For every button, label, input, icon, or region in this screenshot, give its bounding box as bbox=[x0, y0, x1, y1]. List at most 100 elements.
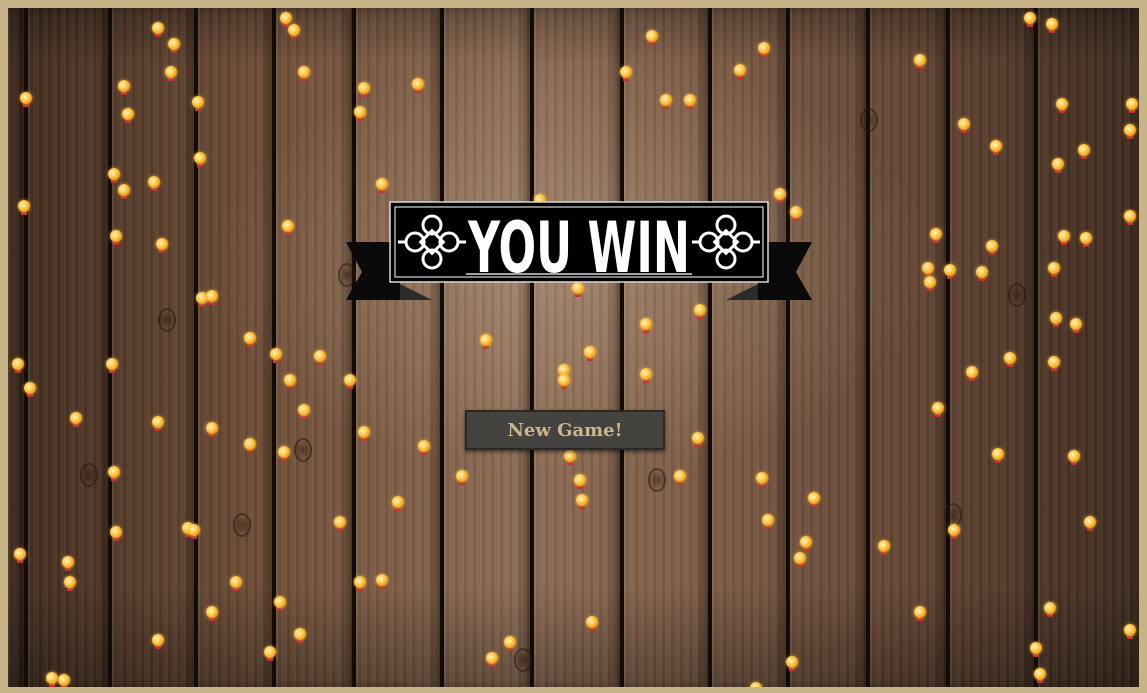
coin-medal-icon bbox=[1052, 158, 1064, 173]
coin-medal-icon bbox=[684, 94, 696, 109]
wood-knot bbox=[294, 438, 312, 462]
coin-medal-icon bbox=[230, 576, 242, 591]
banner-title: YOU WIN bbox=[467, 207, 690, 289]
coin-medal-icon bbox=[118, 80, 130, 95]
coin-medal-icon bbox=[660, 94, 672, 109]
wood-plank bbox=[624, 8, 712, 687]
coin-medal-icon bbox=[278, 446, 290, 461]
coin-medal-icon bbox=[750, 682, 762, 687]
coin-medal-icon bbox=[948, 524, 960, 539]
coin-medal-icon bbox=[1046, 18, 1058, 33]
coin-medal-icon bbox=[152, 416, 164, 431]
coin-medal-icon bbox=[692, 432, 704, 447]
coin-medal-icon bbox=[288, 24, 300, 39]
coin-medal-icon bbox=[922, 262, 934, 277]
coin-medal-icon bbox=[165, 66, 177, 81]
coin-medal-icon bbox=[800, 536, 812, 551]
coin-medal-icon bbox=[108, 466, 120, 481]
wood-plank bbox=[276, 8, 356, 687]
coin-medal-icon bbox=[758, 42, 770, 57]
coin-medal-icon bbox=[24, 382, 36, 397]
coin-medal-icon bbox=[376, 574, 388, 589]
coin-medal-icon bbox=[584, 346, 596, 361]
wood-plank bbox=[356, 8, 444, 687]
coin-medal-icon bbox=[576, 494, 588, 509]
coin-medal-icon bbox=[1024, 12, 1036, 27]
coin-medal-icon bbox=[298, 404, 310, 419]
coin-medal-icon bbox=[244, 332, 256, 347]
coin-medal-icon bbox=[734, 64, 746, 79]
coin-medal-icon bbox=[418, 440, 430, 455]
coin-medal-icon bbox=[1048, 262, 1060, 277]
coin-medal-icon bbox=[314, 350, 326, 365]
coin-medal-icon bbox=[924, 276, 936, 291]
coin-medal-icon bbox=[992, 448, 1004, 463]
wood-knot bbox=[80, 463, 98, 487]
coin-medal-icon bbox=[64, 576, 76, 591]
coin-medal-icon bbox=[284, 374, 296, 389]
coin-medal-icon bbox=[354, 576, 366, 591]
wood-plank bbox=[8, 8, 28, 687]
coin-medal-icon bbox=[1084, 516, 1096, 531]
coin-medal-icon bbox=[20, 92, 32, 107]
coin-medal-icon bbox=[358, 426, 370, 441]
coin-medal-icon bbox=[1034, 668, 1046, 683]
coin-medal-icon bbox=[334, 516, 346, 531]
coin-medal-icon bbox=[480, 334, 492, 349]
coin-medal-icon bbox=[914, 54, 926, 69]
coin-medal-icon bbox=[46, 672, 58, 687]
coin-medal-icon bbox=[282, 220, 294, 235]
wood-plank bbox=[870, 8, 950, 687]
wood-plank bbox=[712, 8, 790, 687]
coin-medal-icon bbox=[274, 596, 286, 611]
coin-medal-icon bbox=[1044, 602, 1056, 617]
coin-medal-icon bbox=[106, 358, 118, 373]
coin-medal-icon bbox=[206, 290, 218, 305]
coin-medal-icon bbox=[966, 366, 978, 381]
coin-medal-icon bbox=[646, 30, 658, 45]
coin-medal-icon bbox=[168, 38, 180, 53]
game-board bbox=[0, 0, 1147, 693]
new-game-button[interactable]: New Game! bbox=[465, 410, 665, 450]
coin-medal-icon bbox=[640, 318, 652, 333]
coin-medal-icon bbox=[914, 606, 926, 621]
coin-medal-icon bbox=[930, 228, 942, 243]
coin-medal-icon bbox=[1124, 124, 1136, 139]
coin-medal-icon bbox=[194, 152, 206, 167]
coin-medal-icon bbox=[694, 304, 706, 319]
wood-knot bbox=[860, 108, 878, 132]
coin-medal-icon bbox=[118, 184, 130, 199]
coin-medal-icon bbox=[344, 374, 356, 389]
coin-medal-icon bbox=[156, 238, 168, 253]
wood-plank bbox=[534, 8, 624, 687]
coin-medal-icon bbox=[298, 66, 310, 81]
coin-medal-icon bbox=[640, 368, 652, 383]
coin-medal-icon bbox=[486, 652, 498, 667]
coin-medal-icon bbox=[206, 606, 218, 621]
coin-medal-icon bbox=[878, 540, 890, 555]
coin-medal-icon bbox=[1058, 230, 1070, 245]
coin-medal-icon bbox=[574, 474, 586, 489]
coin-medal-icon bbox=[1030, 642, 1042, 657]
coin-medal-icon bbox=[932, 402, 944, 417]
coin-medal-icon bbox=[122, 108, 134, 123]
coin-medal-icon bbox=[1126, 98, 1138, 113]
coin-medal-icon bbox=[110, 230, 122, 245]
coin-medal-icon bbox=[108, 168, 120, 183]
coin-medal-icon bbox=[456, 470, 468, 485]
coin-medal-icon bbox=[1078, 144, 1090, 159]
coin-medal-icon bbox=[1070, 318, 1082, 333]
coin-medal-icon bbox=[1048, 356, 1060, 371]
coin-medal-icon bbox=[70, 412, 82, 427]
coin-medal-icon bbox=[244, 438, 256, 453]
coin-medal-icon bbox=[756, 472, 768, 487]
coin-medal-icon bbox=[62, 556, 74, 571]
coin-medal-icon bbox=[1124, 624, 1136, 639]
wood-plank bbox=[790, 8, 870, 687]
wood-knot bbox=[648, 468, 666, 492]
coin-medal-icon bbox=[558, 374, 570, 389]
coin-medal-icon bbox=[264, 646, 276, 661]
coin-medal-icon bbox=[358, 82, 370, 97]
coin-medal-icon bbox=[786, 656, 798, 671]
you-win-banner: YOU WIN bbox=[346, 201, 812, 300]
